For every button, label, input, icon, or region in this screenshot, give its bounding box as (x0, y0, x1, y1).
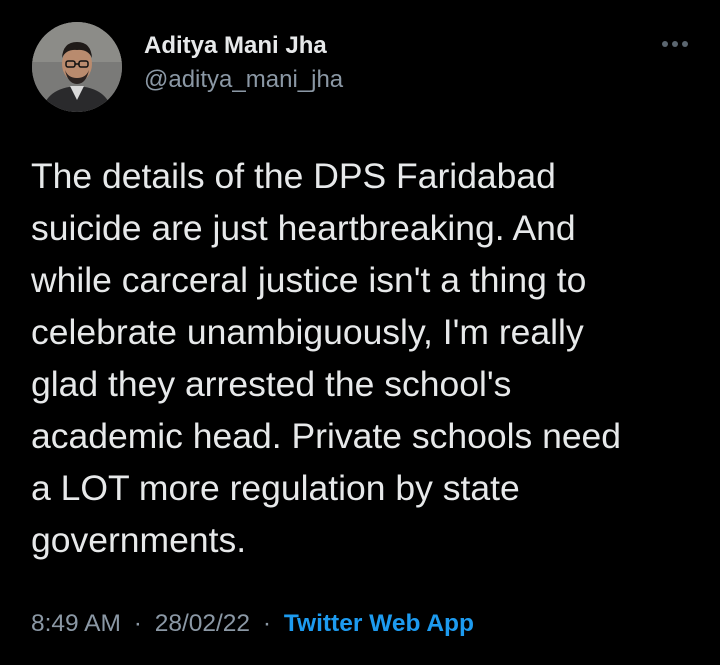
tweet-time[interactable]: 8:49 AM (31, 610, 121, 637)
author-display-name[interactable]: Aditya Mani Jha (144, 32, 327, 60)
meta-separator: · (262, 610, 272, 637)
tweet-text-line: a LOT more regulation by state (31, 468, 520, 508)
tweet-meta: 8:49 AM · 28/02/22 · Twitter Web App (31, 610, 474, 638)
tweet-text-line: governments. (31, 520, 247, 560)
tweet-text-line: celebrate unambiguously, I'm really (31, 312, 584, 352)
tweet-card: Aditya Mani Jha @aditya_mani_jha The det… (0, 0, 720, 665)
tweet-text-line: academic head. Private schools need (31, 416, 622, 456)
more-dots-icon (662, 41, 688, 47)
tweet-date[interactable]: 28/02/22 (155, 610, 250, 637)
tweet-text-line: The details of the DPS Faridabad (31, 156, 556, 196)
tweet-text-line: while carceral justice isn't a thing to (31, 260, 587, 300)
user-photo-icon (32, 22, 122, 112)
author-handle[interactable]: @aditya_mani_jha (144, 66, 343, 94)
meta-separator: · (133, 610, 142, 637)
avatar[interactable] (32, 22, 122, 112)
tweet-text: The details of the DPS Faridabad suicide… (31, 150, 701, 566)
tweet-source-link[interactable]: Twitter Web App (284, 610, 474, 637)
more-options-button[interactable] (655, 30, 695, 58)
tweet-text-line: suicide are just heartbreaking. And (31, 208, 576, 248)
tweet-text-line: glad they arrested the school's (31, 364, 512, 404)
